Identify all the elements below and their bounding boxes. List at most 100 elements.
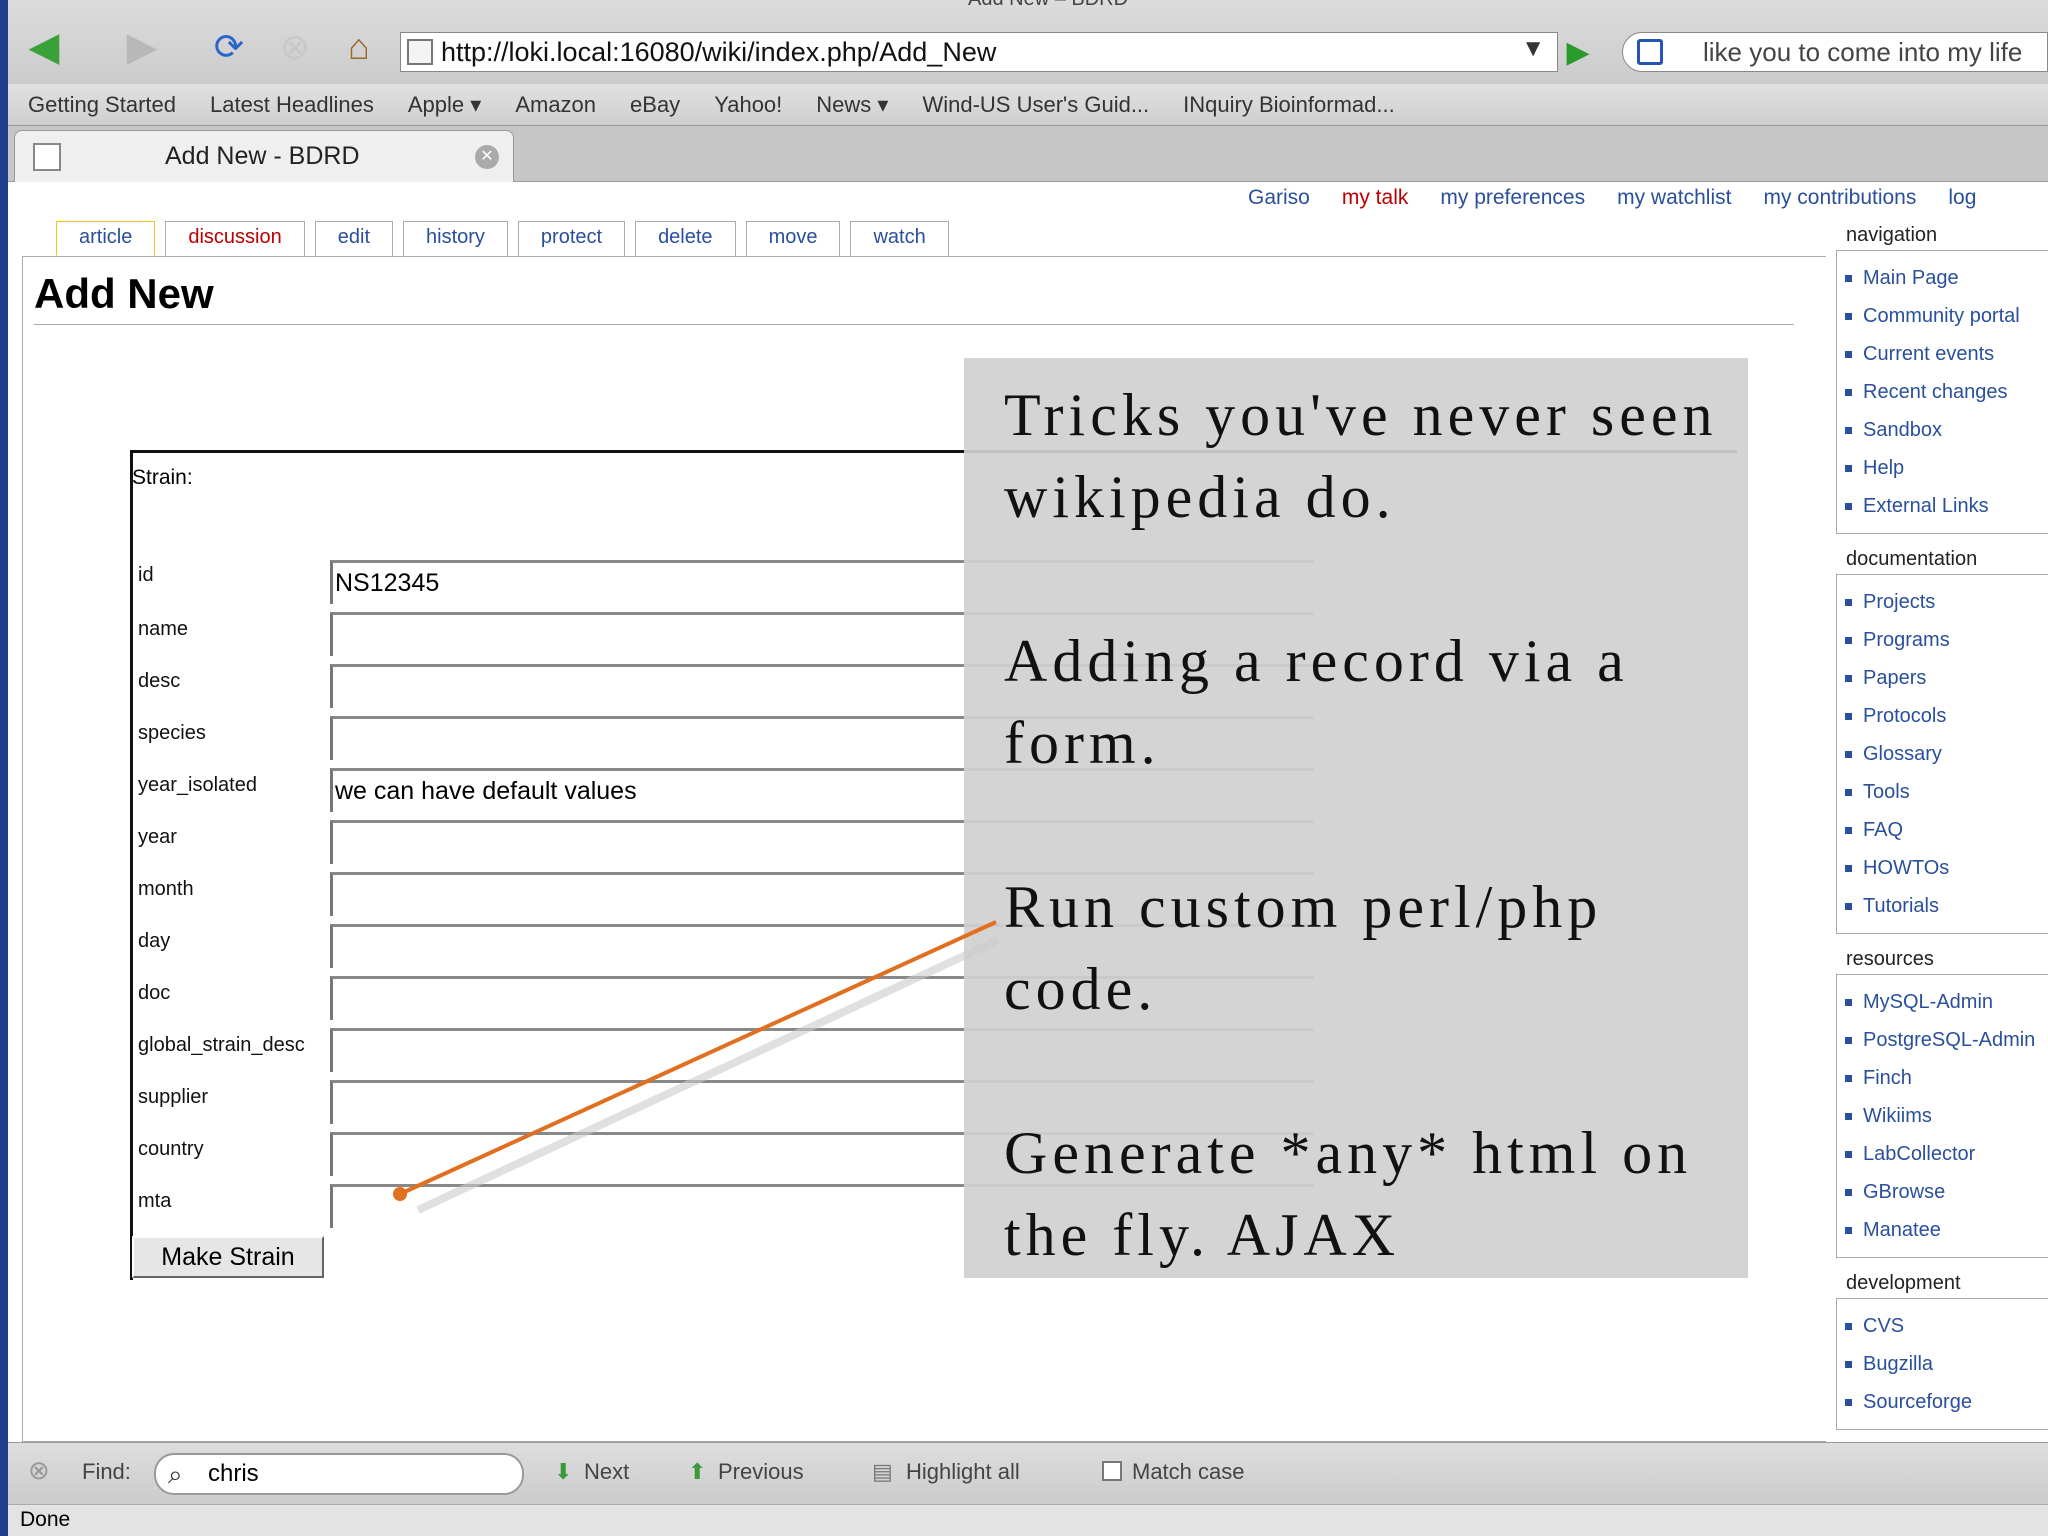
field-label-year-isolated: year_isolated bbox=[138, 774, 257, 796]
page-title: Add New bbox=[34, 270, 214, 317]
sidebar-item-sourceforge[interactable]: Sourceforge bbox=[1837, 1383, 2048, 1421]
title-divider bbox=[34, 324, 1794, 325]
page-icon bbox=[407, 39, 433, 65]
sidebar-item-postgresql-admin[interactable]: PostgreSQL-Admin bbox=[1837, 1021, 2048, 1059]
field-label-supplier: supplier bbox=[138, 1086, 209, 1108]
sidebar-item-projects[interactable]: Projects bbox=[1837, 583, 2048, 621]
web-search-input[interactable]: like you to come into my life bbox=[1622, 32, 2048, 72]
sidebar-item-manatee[interactable]: Manatee bbox=[1837, 1211, 2048, 1249]
user-link[interactable]: Gariso bbox=[1248, 186, 1310, 210]
match-case-checkbox[interactable] bbox=[1102, 1461, 1122, 1481]
documentation-portlet: Projects Programs Papers Protocols Gloss… bbox=[1836, 574, 2048, 934]
find-previous-button[interactable]: Previous bbox=[718, 1459, 804, 1485]
bookmark-item[interactable]: Yahoo! bbox=[714, 92, 782, 118]
stop-icon[interactable]: ⊗ bbox=[270, 24, 320, 70]
annotation-text-1: Tricks you've never seen wikipedia do. bbox=[1004, 382, 1718, 530]
window-title: Add New – BDRD bbox=[968, 0, 1128, 11]
highlight-all-button[interactable]: Highlight all bbox=[906, 1459, 1020, 1485]
find-input[interactable]: ⌕ chris bbox=[154, 1453, 524, 1495]
sidebar-item-external-links[interactable]: External Links bbox=[1837, 487, 2048, 525]
search-engine-icon[interactable] bbox=[1637, 39, 1663, 65]
sidebar-item-mysql-admin[interactable]: MySQL-Admin bbox=[1837, 983, 2048, 1021]
sidebar-item-tools[interactable]: Tools bbox=[1837, 773, 2048, 811]
tab-protect[interactable]: protect bbox=[517, 221, 626, 256]
arrow-shadow bbox=[416, 936, 1000, 1214]
personal-tools: Gariso my talk my preferences my watchli… bbox=[1248, 186, 2008, 210]
bookmark-item[interactable]: Latest Headlines bbox=[210, 92, 374, 118]
log-link[interactable]: log bbox=[1948, 186, 1976, 210]
field-label-country: country bbox=[138, 1138, 204, 1160]
sidebar-item-papers[interactable]: Papers bbox=[1837, 659, 2048, 697]
find-input-text: chris bbox=[208, 1460, 259, 1487]
next-arrow-icon: ⬇ bbox=[554, 1459, 573, 1484]
close-find-icon[interactable]: ⊗ bbox=[28, 1455, 50, 1486]
reload-icon[interactable]: ⟳ bbox=[204, 24, 254, 70]
field-label-desc: desc bbox=[138, 670, 181, 692]
preferences-link[interactable]: my preferences bbox=[1440, 186, 1585, 210]
talk-link[interactable]: my talk bbox=[1342, 186, 1409, 210]
sidebar-item-glossary[interactable]: Glossary bbox=[1837, 735, 2048, 773]
tab-edit[interactable]: edit bbox=[314, 221, 393, 256]
sidebar-item-bugzilla[interactable]: Bugzilla bbox=[1837, 1345, 2048, 1383]
contributions-link[interactable]: my contributions bbox=[1763, 186, 1916, 210]
go-arrow-icon[interactable]: ▶ bbox=[1558, 32, 1598, 72]
bookmark-item[interactable]: Getting Started bbox=[28, 92, 176, 118]
field-label-global-strain-desc: global_strain_desc bbox=[138, 1034, 305, 1056]
tab-discussion[interactable]: discussion bbox=[165, 221, 305, 256]
sidebar-heading-resources: resources bbox=[1846, 948, 1934, 970]
url-text: http://loki.local:16080/wiki/index.php/A… bbox=[441, 36, 997, 67]
development-portlet: CVS Bugzilla Sourceforge bbox=[1836, 1298, 2048, 1430]
sidebar-item-labcollector[interactable]: LabCollector bbox=[1837, 1135, 2048, 1173]
bookmark-item[interactable]: INquiry Bioinformad... bbox=[1183, 92, 1395, 118]
watchlist-link[interactable]: my watchlist bbox=[1617, 186, 1731, 210]
make-strain-button[interactable]: Make Strain bbox=[132, 1236, 324, 1278]
sidebar-item-programs[interactable]: Programs bbox=[1837, 621, 2048, 659]
sidebar-item-cvs[interactable]: CVS bbox=[1837, 1307, 2048, 1345]
tab-strip: Add New - BDRD ✕ bbox=[8, 126, 2048, 182]
field-label-year: year bbox=[138, 826, 177, 848]
sidebar-item-finch[interactable]: Finch bbox=[1837, 1059, 2048, 1097]
tab-watch[interactable]: watch bbox=[850, 221, 949, 256]
browser-tab[interactable]: Add New - BDRD ✕ bbox=[14, 130, 514, 182]
bookmark-item[interactable]: Amazon bbox=[515, 92, 596, 118]
sidebar-item-gbrowse[interactable]: GBrowse bbox=[1837, 1173, 2048, 1211]
annotation-text-2: Adding a record via a form. bbox=[1004, 628, 1629, 776]
sidebar-item-faq[interactable]: FAQ bbox=[1837, 811, 2048, 849]
url-bar[interactable]: http://loki.local:16080/wiki/index.php/A… bbox=[400, 32, 1558, 72]
sidebar-item-recent-changes[interactable]: Recent changes bbox=[1837, 373, 2048, 411]
forward-arrow-icon[interactable]: ▶ bbox=[112, 24, 172, 70]
bookmarks-bar: Getting Started Latest Headlines Apple ▾… bbox=[8, 84, 2048, 126]
bookmark-item[interactable]: eBay bbox=[630, 92, 680, 118]
close-tab-icon[interactable]: ✕ bbox=[475, 145, 499, 169]
field-label-mta: mta bbox=[138, 1190, 172, 1212]
sidebar-item-main-page[interactable]: Main Page bbox=[1837, 259, 2048, 297]
tab-delete[interactable]: delete bbox=[635, 221, 736, 256]
annotation-arrow bbox=[393, 920, 1000, 1214]
search-icon: ⌕ bbox=[168, 1459, 183, 1489]
sidebar-item-howtos[interactable]: HOWTOs bbox=[1837, 849, 2048, 887]
previous-arrow-icon: ⬆ bbox=[688, 1459, 707, 1484]
tab-history[interactable]: history bbox=[403, 221, 508, 256]
sidebar-item-help[interactable]: Help bbox=[1837, 449, 2048, 487]
navigation-portlet: Main Page Community portal Current event… bbox=[1836, 250, 2048, 534]
status-text: Done bbox=[20, 1508, 71, 1531]
match-case-label: Match case bbox=[1132, 1459, 1245, 1484]
field-label-month: month bbox=[138, 878, 194, 900]
sidebar-item-sandbox[interactable]: Sandbox bbox=[1837, 411, 2048, 449]
back-arrow-icon[interactable]: ◀ bbox=[14, 24, 74, 70]
bookmark-item[interactable]: Apple ▾ bbox=[408, 92, 481, 118]
find-label: Find: bbox=[82, 1459, 131, 1484]
find-bar: ⊗ Find: ⌕ chris ⬇ Next ⬆ Previous ▤ High… bbox=[8, 1442, 2048, 1504]
chevron-down-icon[interactable]: ▼ bbox=[1521, 35, 1545, 63]
sidebar-item-current-events[interactable]: Current events bbox=[1837, 335, 2048, 373]
home-icon[interactable]: ⌂ bbox=[334, 24, 384, 70]
bookmark-item[interactable]: News ▾ bbox=[816, 92, 888, 118]
sidebar-item-community-portal[interactable]: Community portal bbox=[1837, 297, 2048, 335]
tab-article[interactable]: article bbox=[56, 221, 156, 256]
find-next-button[interactable]: Next bbox=[584, 1459, 629, 1485]
sidebar-item-tutorials[interactable]: Tutorials bbox=[1837, 887, 2048, 925]
sidebar-item-wikiims[interactable]: Wikiims bbox=[1837, 1097, 2048, 1135]
sidebar-item-protocols[interactable]: Protocols bbox=[1837, 697, 2048, 735]
tab-move[interactable]: move bbox=[745, 221, 841, 256]
bookmark-item[interactable]: Wind-US User's Guid... bbox=[922, 92, 1149, 118]
